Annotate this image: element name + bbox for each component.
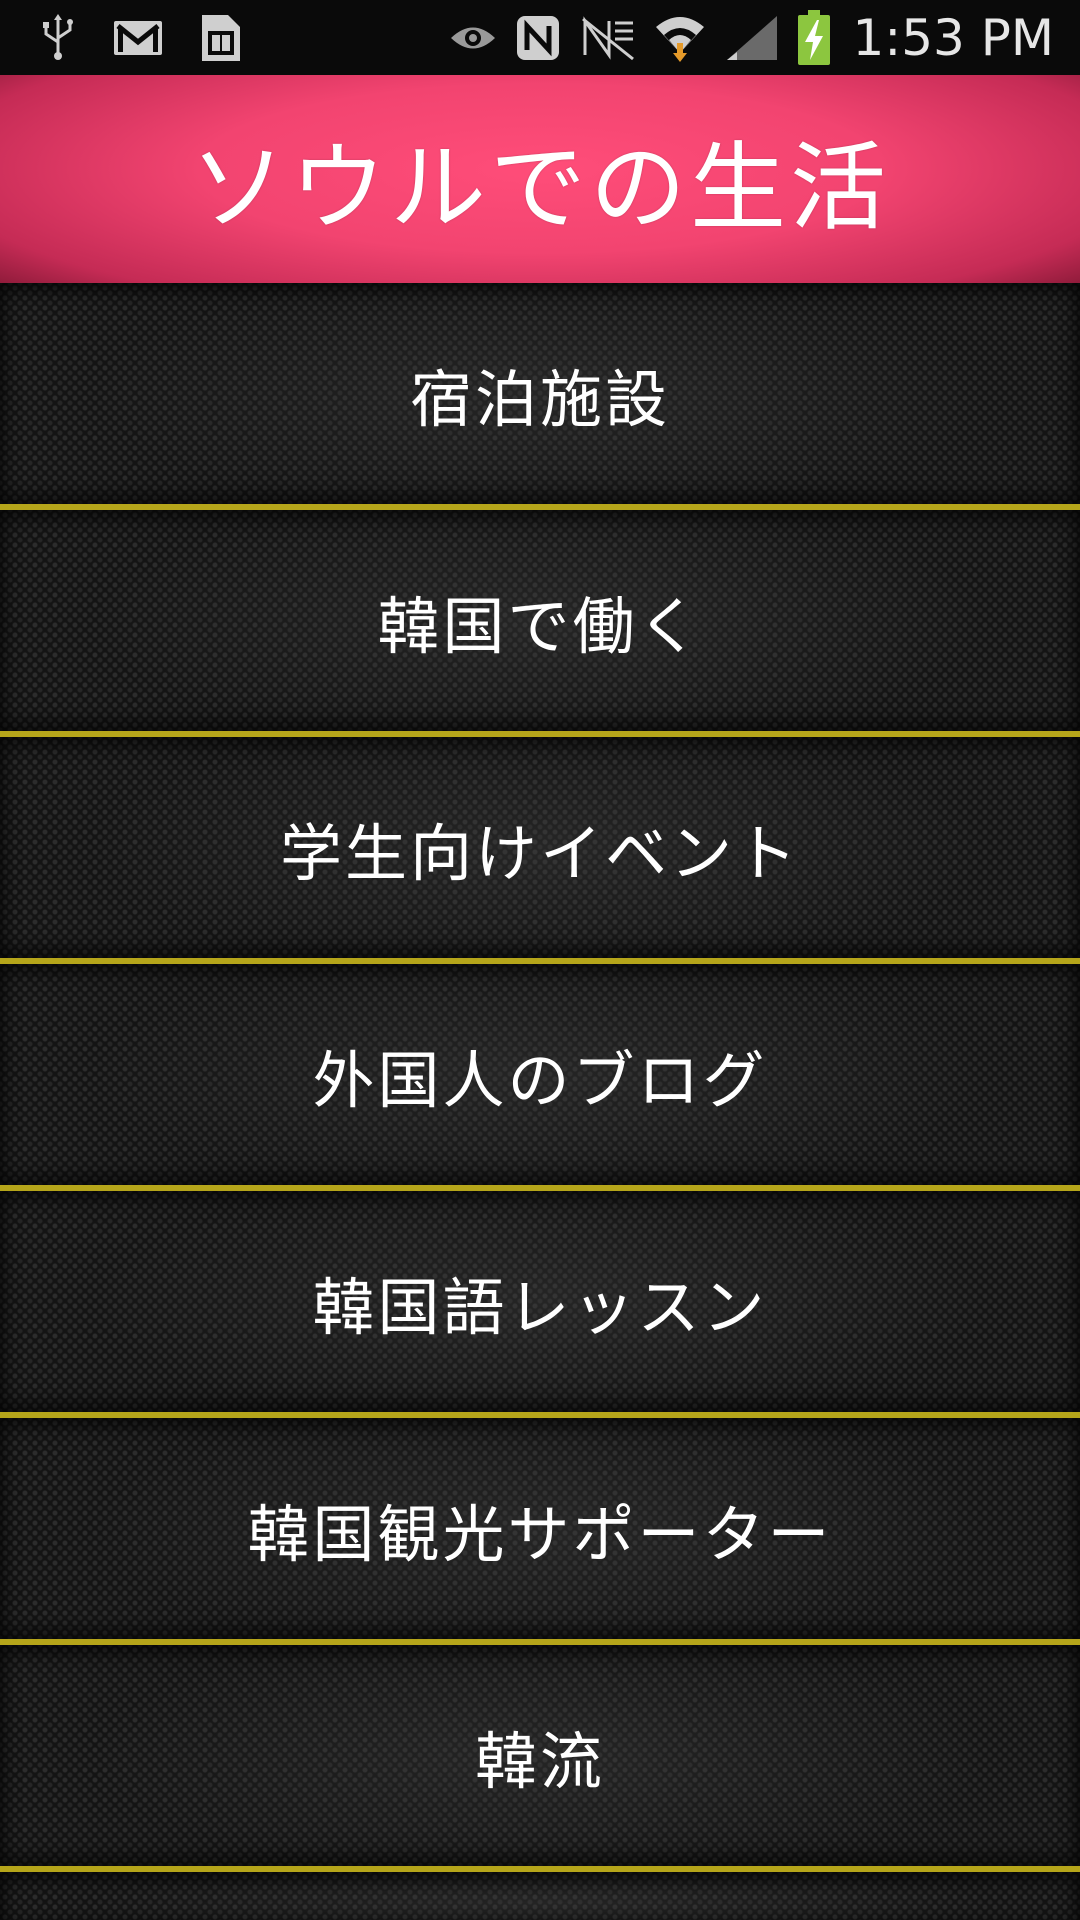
menu-item-tourism-supporters[interactable]: 韓国観光サポーター (0, 1418, 1080, 1645)
menu-item-label: 韓国観光サポーター (247, 1497, 833, 1571)
usb-icon (38, 13, 78, 62)
menu-item-label: 学生向けイベント (279, 816, 800, 890)
cell-signal-icon (725, 14, 779, 62)
menu-item-partial[interactable] (0, 1872, 1080, 1920)
no-signal-icon (579, 15, 635, 61)
menu-item-korean-lessons[interactable]: 韓国語レッスン (0, 1191, 1080, 1418)
menu-item-label: 宿泊施設 (409, 362, 670, 436)
wifi-icon (653, 13, 707, 63)
menu-item-accommodation[interactable]: 宿泊施設 (0, 283, 1080, 510)
status-bar-right: 1:53 PM (449, 9, 1080, 67)
app-header: ソウルでの生活 (0, 75, 1080, 283)
page-title: ソウルでの生活 (190, 131, 890, 244)
eye-icon (449, 21, 497, 55)
menu-list: 宿泊施設 韓国で働く 学生向けイベント 外国人のブログ 韓国語レッスン 韓国観光… (0, 283, 1080, 1920)
sim-card-icon (198, 13, 244, 63)
menu-item-korean-wave[interactable]: 韓流 (0, 1645, 1080, 1872)
menu-item-label: 韓流 (474, 1724, 605, 1798)
menu-item-label: 外国人のブログ (312, 1043, 768, 1117)
status-bar: 1:53 PM (0, 0, 1080, 75)
battery-charging-icon (797, 9, 831, 66)
status-bar-left (0, 13, 244, 63)
menu-item-foreigner-blogs[interactable]: 外国人のブログ (0, 964, 1080, 1191)
menu-item-work-in-korea[interactable]: 韓国で働く (0, 510, 1080, 737)
screen: 1:53 PM ソウルでの生活 宿泊施設 韓国で働く 学生向けイベント 外国人の… (0, 0, 1080, 1920)
menu-item-student-events[interactable]: 学生向けイベント (0, 737, 1080, 964)
nfc-icon (515, 14, 561, 62)
menu-item-label: 韓国語レッスン (312, 1270, 768, 1344)
status-clock: 1:53 PM (852, 8, 1054, 67)
gmail-icon (112, 18, 164, 58)
menu-item-label: 韓国で働く (377, 589, 703, 663)
